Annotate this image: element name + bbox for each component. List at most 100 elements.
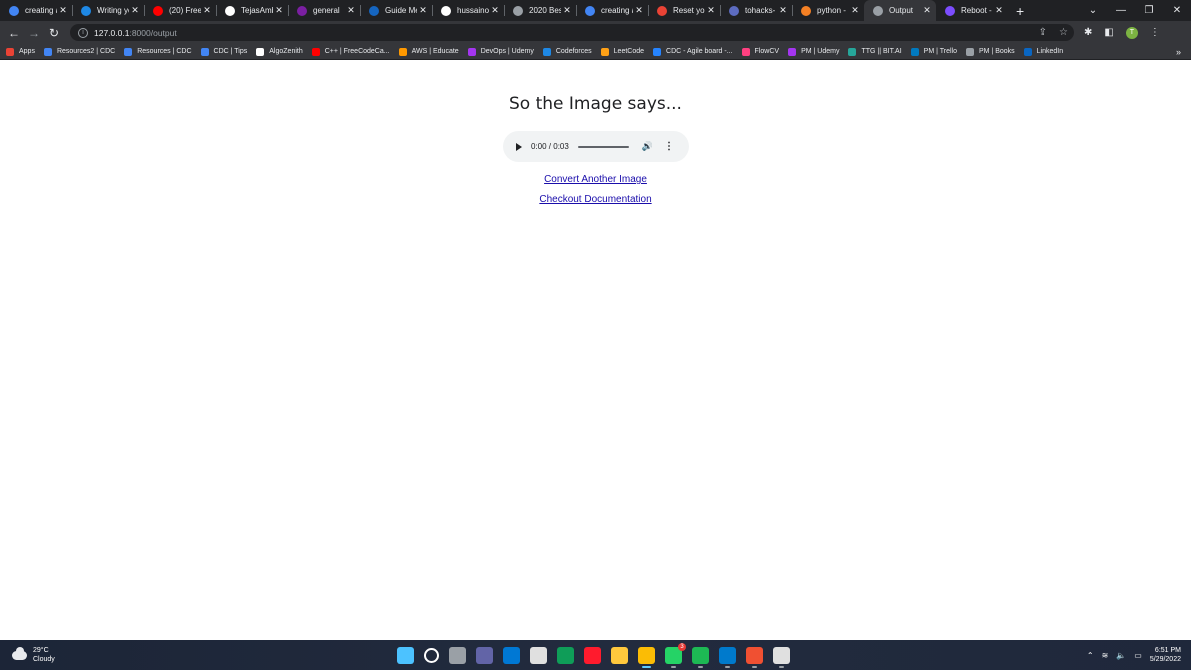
weather-widget[interactable]: 29°C Cloudy (12, 646, 55, 664)
bookmark-item[interactable]: Resources2 | CDC (43, 47, 115, 56)
close-tab-icon[interactable]: ✕ (489, 5, 501, 16)
start-icon[interactable] (397, 647, 414, 664)
audio-options-icon[interactable]: ⋮ (664, 141, 674, 152)
close-tab-icon[interactable]: ✕ (777, 5, 789, 16)
spotify-icon[interactable] (692, 647, 709, 668)
close-tab-icon[interactable]: ✕ (849, 5, 861, 16)
browser-tab[interactable]: python - ✕ (792, 0, 864, 21)
close-tab-icon[interactable]: ✕ (345, 5, 357, 16)
file-explorer-icon[interactable] (611, 647, 628, 664)
bookmark-item[interactable]: PM | Udemy (788, 47, 839, 56)
clock[interactable]: 6:51 PM 5/29/2022 (1150, 646, 1181, 664)
bookmark-label: Codeforces (555, 48, 592, 55)
search-icon[interactable] (424, 648, 439, 663)
tab-favicon-icon (153, 5, 163, 16)
browser-tab[interactable]: general ✕ (288, 0, 360, 21)
new-tab-button[interactable]: + (1008, 3, 1032, 19)
back-button[interactable]: ← (4, 26, 24, 40)
close-tab-icon[interactable]: ✕ (273, 5, 285, 16)
edge-icon[interactable] (557, 647, 574, 664)
whatsapp-icon[interactable]: 3 (665, 643, 686, 668)
minimize-button[interactable]: — (1107, 5, 1135, 16)
bookmark-item[interactable]: DevOps | Udemy (467, 47, 534, 56)
profile-avatar[interactable]: T (1125, 26, 1138, 39)
browser-tab[interactable]: Writing yo ✕ (72, 0, 144, 21)
task-view-icon[interactable] (449, 647, 466, 664)
bookmark-item[interactable]: AWS | Educate (398, 47, 459, 56)
address-bar[interactable]: i 127.0.0.1 :8000/output ⇪ ☆ (70, 24, 1074, 41)
close-tab-icon[interactable]: ✕ (561, 5, 573, 16)
browser-tab[interactable]: Reboot - ✕ (936, 0, 1008, 21)
bookmark-item[interactable]: Resources | CDC (124, 47, 192, 56)
browser-tab[interactable]: 2020 Best✕ (504, 0, 576, 21)
bookmark-icon (600, 47, 609, 56)
opera-icon[interactable] (584, 647, 601, 664)
browser-tab[interactable]: Guide Me ✕ (360, 0, 432, 21)
bookmark-item[interactable]: PM | Books (965, 47, 1015, 56)
system-tray: ⌃ ≋ 🔈 ▭ 6:51 PM 5/29/2022 (1087, 646, 1181, 664)
paint-icon[interactable] (773, 647, 790, 668)
browser-tab[interactable]: tohacks- ✕ (720, 0, 792, 21)
bookmark-item[interactable]: Codeforces (542, 47, 592, 56)
close-tab-icon[interactable]: ✕ (417, 5, 429, 16)
close-tab-icon[interactable]: ✕ (129, 5, 141, 16)
tray-overflow-icon[interactable]: ⌃ (1087, 651, 1094, 660)
bookmarks-overflow-icon[interactable]: » (1176, 47, 1181, 57)
browser-tab[interactable]: (20) Free ✕ (144, 0, 216, 21)
chat-icon[interactable] (476, 647, 493, 664)
tab-search-icon[interactable]: ⌄ (1079, 5, 1107, 16)
browser-tab[interactable]: TejasAmb ✕ (216, 0, 288, 21)
bookmark-item[interactable]: CDC - Agile board -... (653, 47, 733, 56)
audio-progress-slider[interactable] (577, 145, 629, 148)
share-icon[interactable]: ⇪ (1039, 27, 1047, 38)
unity-icon[interactable] (530, 647, 547, 664)
browser-toolbar: ← → ↻ i 127.0.0.1 :8000/output ⇪ ☆ ✱ ◧ T… (0, 21, 1191, 44)
bookmark-item[interactable]: PM | Trello (910, 47, 957, 56)
git-icon[interactable] (746, 647, 763, 668)
browser-tab[interactable]: Reset you✕ (648, 0, 720, 21)
vscode-icon[interactable] (719, 647, 736, 668)
side-panel-icon[interactable]: ◧ (1104, 27, 1113, 38)
forward-button[interactable]: → (24, 26, 44, 40)
close-tab-icon[interactable]: ✕ (993, 5, 1005, 16)
site-info-icon[interactable]: i (78, 27, 88, 38)
browser-tab[interactable]: creating a ✕ (0, 0, 72, 21)
bookmark-item[interactable]: LeetCode (600, 47, 644, 56)
chrome-icon[interactable] (638, 647, 655, 668)
close-tab-icon[interactable]: ✕ (921, 5, 933, 16)
close-window-button[interactable]: ✕ (1163, 5, 1191, 16)
bookmark-icon (848, 47, 857, 56)
battery-icon[interactable]: ▭ (1134, 651, 1142, 660)
menu-kebab-icon[interactable]: ⋮ (1150, 27, 1160, 38)
bookmark-item[interactable]: LinkedIn (1023, 47, 1063, 56)
browser-tab[interactable]: Output ✕ (864, 0, 936, 21)
reload-button[interactable]: ↻ (44, 26, 64, 40)
bookmark-item[interactable]: AlgoZenith (256, 47, 303, 56)
close-tab-icon[interactable]: ✕ (201, 5, 213, 16)
notification-badge: 3 (678, 643, 686, 651)
bookmark-star-icon[interactable]: ☆ (1059, 27, 1068, 38)
speaker-icon[interactable]: 🔈 (1116, 651, 1126, 660)
wifi-icon[interactable]: ≋ (1102, 651, 1109, 660)
store-icon[interactable] (503, 647, 520, 664)
volume-icon[interactable]: 🔊 (642, 141, 653, 152)
bookmark-item[interactable]: Apps (6, 47, 35, 56)
convert-another-image-link[interactable]: Convert Another Image (0, 174, 1191, 185)
close-tab-icon[interactable]: ✕ (57, 5, 69, 16)
restore-button[interactable]: ❐ (1135, 5, 1163, 16)
bookmark-item[interactable]: FlowCV (741, 47, 779, 56)
bookmark-item[interactable]: CDC | Tips (200, 47, 247, 56)
close-tab-icon[interactable]: ✕ (705, 5, 717, 16)
browser-tab[interactable]: creating a ✕ (576, 0, 648, 21)
bookmark-item[interactable]: TTG || BIT.AI (848, 47, 902, 56)
checkout-documentation-link[interactable]: Checkout Documentation (0, 194, 1191, 205)
play-icon[interactable] (516, 142, 522, 151)
bookmark-item[interactable]: C++ | FreeCodeCa... (311, 47, 390, 56)
browser-tab[interactable]: hussaino ✕ (432, 0, 504, 21)
bookmark-list: Apps Resources2 | CDC Resources | CDC CDC |… (6, 47, 1072, 56)
window-controls: ⌄ — ❐ ✕ (1079, 0, 1191, 21)
extensions-icon[interactable]: ✱ (1084, 27, 1092, 38)
tab-title: 2020 Best (529, 6, 561, 15)
tab-favicon-icon (729, 5, 739, 16)
close-tab-icon[interactable]: ✕ (633, 5, 645, 16)
